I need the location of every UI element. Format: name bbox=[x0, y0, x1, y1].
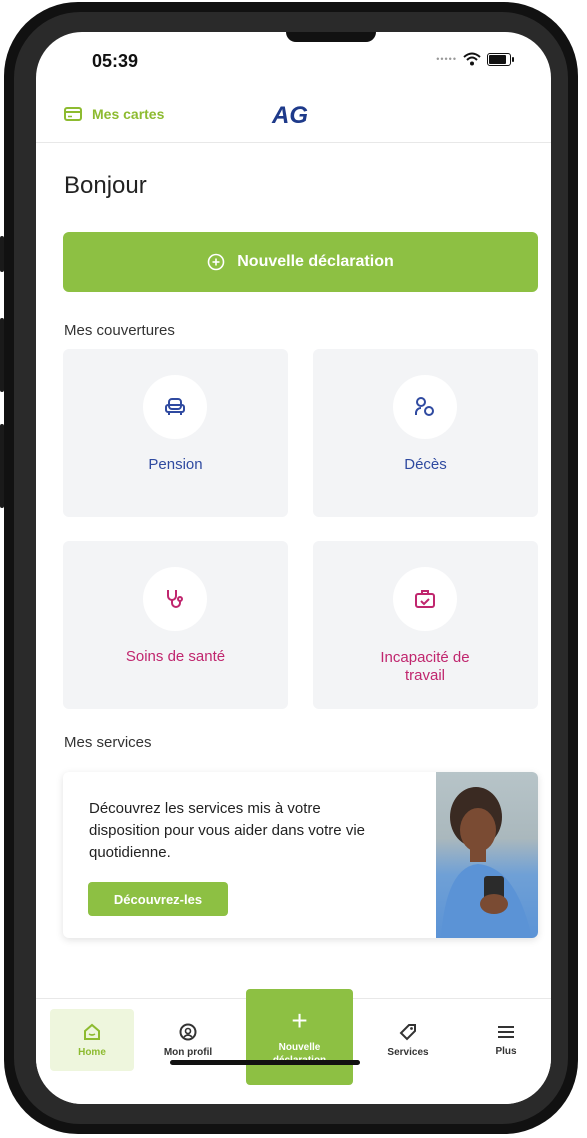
tile-icon-circle bbox=[393, 567, 457, 631]
stethoscope-icon bbox=[167, 590, 183, 608]
tile-label: Incapacité de travail bbox=[380, 649, 470, 684]
services-title: Mes services bbox=[64, 734, 152, 751]
app-screen: 05:39 ••••• Mes cartes AG Bonjour Nouvel… bbox=[36, 32, 551, 1104]
tab-profile-label: Mon profil bbox=[163, 1046, 213, 1058]
coverage-tile-pension[interactable]: Pension bbox=[63, 349, 288, 517]
tile-label: Décès bbox=[404, 456, 447, 473]
logo-text: AG bbox=[272, 102, 308, 129]
tile-icon-circle bbox=[393, 375, 457, 439]
side-button bbox=[0, 318, 4, 392]
status-icons: ••••• bbox=[436, 52, 514, 66]
tile-icon-circle bbox=[143, 567, 207, 631]
tab-new-declaration[interactable]: + Nouvelle déclaration bbox=[246, 989, 353, 1085]
tile-label: Pension bbox=[148, 456, 203, 473]
notch bbox=[286, 32, 376, 42]
woman-with-phone-image bbox=[441, 787, 532, 938]
card-icon bbox=[64, 107, 82, 121]
tab-more-label: Plus bbox=[495, 1045, 517, 1057]
home-indicator bbox=[170, 1060, 360, 1065]
tab-services-label: Services bbox=[387, 1046, 429, 1058]
plus-icon: + bbox=[291, 1005, 308, 1036]
tag-icon bbox=[399, 1023, 416, 1040]
tile-icon-circle bbox=[143, 375, 207, 439]
services-photo bbox=[436, 772, 538, 938]
app-header: Mes cartes AG bbox=[36, 90, 551, 143]
tab-more[interactable]: Plus bbox=[464, 1009, 548, 1071]
services-card: Découvrez les services mis à votre dispo… bbox=[63, 772, 538, 938]
menu-icon bbox=[498, 1025, 514, 1038]
bottom-tab-bar: Home Mon profil + Nouvelle déclaration S… bbox=[36, 989, 551, 1104]
tile-label: Soins de santé bbox=[125, 648, 226, 665]
plus-circle-icon bbox=[207, 253, 225, 271]
status-time: 05:39 bbox=[92, 51, 139, 71]
wifi-icon bbox=[463, 52, 481, 66]
my-cards-link[interactable]: Mes cartes bbox=[64, 106, 164, 122]
tab-home-label: Home bbox=[78, 1046, 106, 1058]
suitcase-check-icon bbox=[415, 590, 435, 608]
coverage-tile-incapacite[interactable]: Incapacité de travail bbox=[313, 541, 538, 709]
armchair-icon bbox=[165, 398, 185, 415]
tab-home[interactable]: Home bbox=[50, 1009, 134, 1071]
side-button bbox=[0, 236, 4, 272]
coverage-tile-soins[interactable]: Soins de santé bbox=[63, 541, 288, 709]
new-declaration-label: Nouvelle déclaration bbox=[237, 253, 394, 270]
signal-icon: ••••• bbox=[436, 54, 457, 64]
side-button bbox=[0, 424, 4, 508]
new-declaration-button[interactable]: Nouvelle déclaration bbox=[63, 232, 538, 292]
coverage-tile-deces[interactable]: Décès bbox=[313, 349, 538, 517]
battery-icon bbox=[487, 52, 514, 66]
user-lines-icon bbox=[415, 397, 434, 416]
tab-services[interactable]: Services bbox=[366, 1009, 450, 1071]
coverages-title: Mes couvertures bbox=[64, 322, 175, 339]
my-cards-label: Mes cartes bbox=[92, 106, 165, 122]
home-icon bbox=[84, 1023, 100, 1040]
profile-icon bbox=[179, 1023, 197, 1040]
greeting: Bonjour bbox=[64, 172, 147, 199]
ag-logo: AG bbox=[272, 102, 308, 130]
discover-button[interactable]: Découvrez-les bbox=[88, 882, 228, 916]
services-description: Découvrez les services mis à votre dispo… bbox=[89, 800, 365, 861]
